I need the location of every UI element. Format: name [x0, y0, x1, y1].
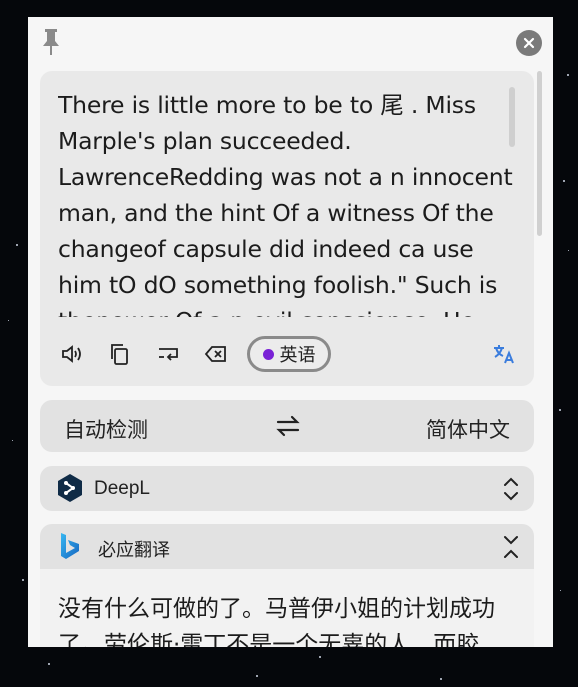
title-bar [28, 17, 553, 69]
service-card-deepl[interactable]: DeepL [40, 466, 534, 511]
expand-chevron-icon[interactable] [502, 476, 520, 502]
source-scrollbar[interactable] [509, 87, 515, 147]
bing-logo-icon [56, 531, 84, 561]
close-icon [523, 37, 535, 49]
clear-icon[interactable] [204, 342, 228, 366]
service-card-bing: 必应翻译 没有什么可做的了。马普伊小姐的计划成功了。劳伦斯·雷丁不是一个无辜的人… [40, 524, 534, 647]
service-header[interactable]: 必应翻译 [40, 524, 534, 569]
target-language-select[interactable]: 简体中文 [426, 414, 510, 444]
translation-result-text[interactable]: 没有什么可做的了。马普伊小姐的计划成功了。劳伦斯·雷丁不是一个无辜的人，而胶 [58, 591, 524, 647]
translation-result-area: 没有什么可做的了。马普伊小姐的计划成功了。劳伦斯·雷丁不是一个无辜的人，而胶 [40, 569, 534, 647]
copy-icon[interactable] [108, 342, 132, 366]
swap-icon[interactable] [276, 413, 300, 439]
pin-icon[interactable] [40, 27, 62, 57]
wrap-icon[interactable] [156, 342, 180, 366]
speaker-icon[interactable] [60, 342, 84, 366]
translator-window: There is little more to be to 尾 . Miss M… [28, 17, 553, 647]
translate-icon[interactable] [492, 342, 516, 366]
collapse-chevron-icon[interactable] [502, 534, 520, 560]
detected-language-label: 英语 [279, 345, 316, 365]
source-language-select[interactable]: 自动检测 [64, 414, 148, 444]
source-toolbar: 英语 [40, 336, 534, 376]
close-button[interactable] [516, 30, 542, 56]
detected-language-badge[interactable]: 英语 [247, 336, 331, 372]
service-name: 必应翻译 [98, 540, 170, 560]
service-header[interactable]: DeepL [40, 466, 534, 511]
service-name: DeepL [94, 478, 150, 499]
window-scrollbar[interactable] [537, 71, 542, 236]
deepl-logo-icon [56, 473, 84, 503]
source-panel: There is little more to be to 尾 . Miss M… [40, 71, 534, 386]
source-text-area[interactable]: There is little more to be to 尾 . Miss M… [58, 87, 518, 317]
language-dot [262, 348, 274, 360]
language-selector-bar: 自动检测 简体中文 [40, 400, 534, 452]
